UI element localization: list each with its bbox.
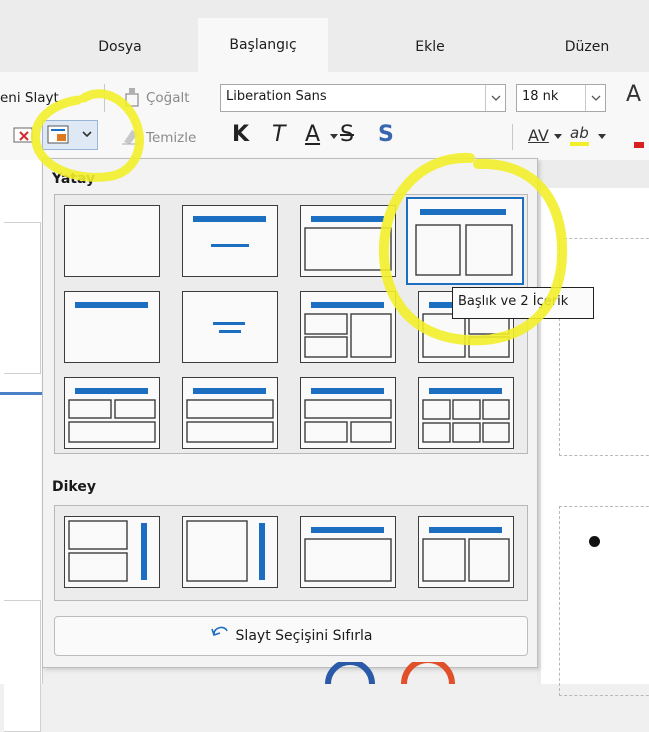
tab-insert[interactable]: Ekle [360, 22, 500, 72]
strikethrough-button[interactable]: S [340, 122, 354, 147]
chevron-down-icon[interactable] [585, 85, 605, 111]
layout-title-only[interactable] [64, 291, 160, 363]
italic-button[interactable]: T [272, 122, 285, 147]
underline-button[interactable]: A [305, 122, 320, 147]
section-portrait-title: Dikey [52, 479, 96, 495]
layout-title-2content-top[interactable] [64, 377, 160, 449]
layout-tooltip: Başlık ve 2 İçerik [452, 287, 594, 319]
layout-title-content-over-content[interactable] [182, 377, 278, 449]
shadow-button[interactable]: S [378, 122, 394, 147]
bullet-dot [589, 536, 600, 547]
highlight-button[interactable]: ab [570, 124, 589, 146]
slide-panel [0, 160, 43, 732]
content-placeholder[interactable] [559, 506, 649, 696]
duplicate-button[interactable]: Çoğalt [146, 90, 190, 106]
layout-vertical-title-text-chart[interactable] [64, 516, 160, 588]
layout-title-2content-over-content[interactable] [300, 377, 396, 449]
ribbon-toolbar: eni Slayt Çoğalt Liberation Sans 18 nk A… [0, 72, 649, 161]
slide-thumbnail-selected-edge [0, 392, 42, 395]
layout-centered-text[interactable] [182, 291, 278, 363]
tab-file[interactable]: Dosya [60, 22, 180, 72]
layout-title-two-content[interactable] [406, 197, 524, 285]
layout-vertical-title-text[interactable] [182, 516, 278, 588]
slide-layout-button[interactable] [42, 120, 98, 150]
font-color-swatch[interactable] [634, 142, 644, 148]
clear-format-button[interactable]: Temizle [146, 130, 196, 146]
font-size-combo[interactable]: 18 nk [516, 84, 606, 112]
layout-title-6-content[interactable] [418, 377, 514, 449]
delete-slide-icon[interactable] [12, 124, 34, 150]
duplicate-icon [124, 86, 140, 112]
font-size-value: 18 nk [522, 89, 559, 104]
layout-title-2content-left[interactable] [300, 291, 396, 363]
slide-thumbnail[interactable] [4, 600, 41, 732]
grow-font-button[interactable]: A [626, 82, 641, 107]
font-name-combo[interactable]: Liberation Sans [220, 84, 506, 112]
ribbon-tab-bar: Dosya Başlangıç Ekle Düzen [0, 18, 649, 72]
toolbar-separator [104, 84, 105, 112]
char-spacing-button[interactable]: AV [528, 126, 549, 145]
clear-format-icon [120, 126, 142, 150]
chevron-down-icon[interactable] [552, 130, 564, 146]
canvas-bottom-shapes [325, 662, 455, 684]
tab-edit[interactable]: Düzen [512, 22, 649, 72]
layout-title-vertical-2content[interactable] [418, 516, 514, 588]
title-placeholder[interactable] [559, 238, 649, 456]
chevron-down-icon[interactable] [328, 130, 340, 146]
font-name-value: Liberation Sans [226, 89, 327, 104]
layout-title-slide[interactable] [182, 205, 278, 277]
reset-slide-layout-button[interactable]: Slayt Seçişini Sıfırla [54, 616, 528, 656]
bold-button[interactable]: K [232, 122, 249, 147]
toolbar-separator [512, 124, 513, 150]
slide-canvas [537, 160, 649, 696]
reset-slide-layout-label: Slayt Seçişini Sıfırla [235, 628, 373, 644]
layout-blank[interactable] [64, 205, 160, 277]
tab-home[interactable]: Başlangıç [198, 18, 328, 72]
undo-icon [210, 617, 230, 655]
chevron-down-icon[interactable] [596, 130, 608, 146]
layout-title-content[interactable] [300, 205, 396, 277]
section-landscape-title: Yatay [52, 171, 96, 187]
layout-title-vertical-text[interactable] [300, 516, 396, 588]
slide-thumbnail[interactable] [4, 222, 41, 374]
chevron-down-icon[interactable] [485, 85, 505, 111]
new-slide-button[interactable]: eni Slayt [0, 90, 59, 106]
